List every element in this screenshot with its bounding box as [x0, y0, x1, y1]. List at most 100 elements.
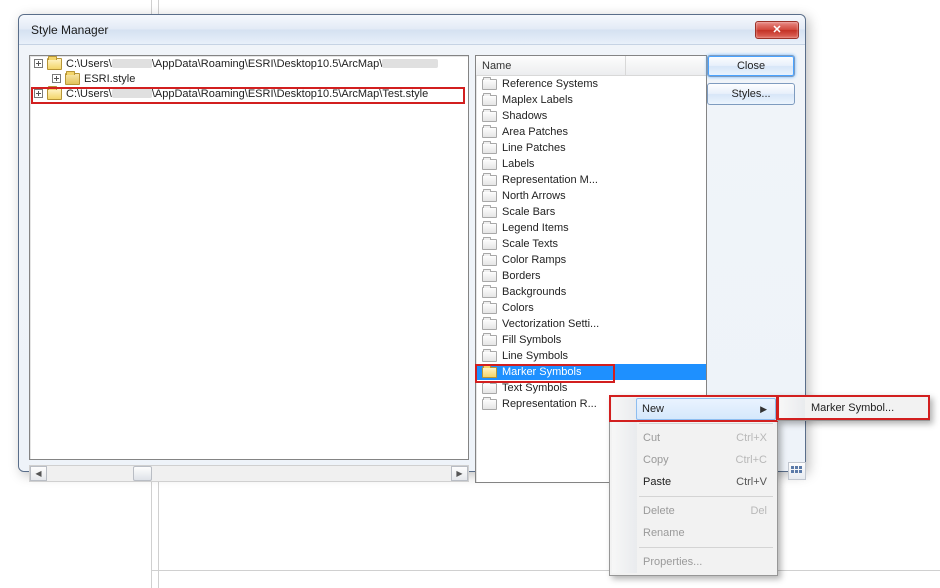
list-item-label: Marker Symbols	[502, 366, 581, 378]
list-item-label: Backgrounds	[502, 286, 566, 298]
folder-icon	[482, 383, 497, 394]
folder-icon	[482, 127, 497, 138]
menu-item-delete: DeleteDel	[637, 500, 775, 522]
folder-icon	[482, 223, 497, 234]
tree-horizontal-scrollbar[interactable]: ◀ ▶	[29, 465, 469, 482]
menu-item-copy: CopyCtrl+C	[637, 449, 775, 471]
tree-item[interactable]: ESRI.style	[30, 71, 468, 86]
list-item-label: Labels	[502, 158, 534, 170]
folder-icon	[482, 271, 497, 282]
list-item-label: Reference Systems	[502, 78, 598, 90]
list-item[interactable]: Marker Symbols	[476, 364, 706, 380]
expand-icon[interactable]	[34, 89, 43, 98]
close-button[interactable]: Close	[707, 55, 795, 77]
scroll-thumb[interactable]	[133, 466, 152, 481]
list-item-label: North Arrows	[502, 190, 566, 202]
folder-icon	[482, 95, 497, 106]
list-item[interactable]: Backgrounds	[476, 284, 706, 300]
tree-item-label: C:\Users\\AppData\Roaming\ESRI\Desktop10…	[66, 88, 428, 100]
tree-panel[interactable]: C:\Users\\AppData\Roaming\ESRI\Desktop10…	[29, 55, 469, 460]
submenu-item-marker-symbol[interactable]: Marker Symbol...	[805, 398, 927, 418]
context-menu-gutter	[780, 398, 805, 418]
folder-icon	[482, 351, 497, 362]
submenu-arrow-icon: ▶	[760, 404, 767, 415]
list-item-label: Color Ramps	[502, 254, 566, 266]
list-item-label: Vectorization Setti...	[502, 318, 599, 330]
list-item[interactable]: Line Patches	[476, 140, 706, 156]
close-x-icon: ✕	[772, 23, 781, 36]
list-item-label: Legend Items	[502, 222, 569, 234]
tree-item-label: ESRI.style	[84, 73, 135, 85]
folder-icon	[482, 399, 497, 410]
folder-icon	[482, 175, 497, 186]
folder-icon	[482, 159, 497, 170]
menu-separator	[639, 496, 773, 497]
folder-icon	[482, 287, 497, 298]
scroll-right-button[interactable]: ▶	[451, 466, 468, 481]
list-item[interactable]: North Arrows	[476, 188, 706, 204]
list-item-label: Scale Texts	[502, 238, 558, 250]
tree-item[interactable]: C:\Users\\AppData\Roaming\ESRI\Desktop10…	[30, 56, 468, 71]
expand-icon[interactable]	[34, 59, 43, 68]
list-item-label: Text Symbols	[502, 382, 567, 394]
menu-separator	[639, 547, 773, 548]
list-item-label: Representation M...	[502, 174, 598, 186]
folder-icon	[482, 255, 497, 266]
column-header-name[interactable]: Name	[476, 56, 626, 75]
folder-closed-icon	[65, 73, 80, 85]
tree-item-label: C:\Users\\AppData\Roaming\ESRI\Desktop10…	[66, 58, 438, 70]
list-item[interactable]: Maplex Labels	[476, 92, 706, 108]
list-item-label: Line Symbols	[502, 350, 568, 362]
window-close-button[interactable]: ✕	[755, 21, 799, 39]
window-title: Style Manager	[31, 23, 755, 37]
titlebar[interactable]: Style Manager ✕	[19, 15, 805, 45]
folder-icon	[482, 335, 497, 346]
scroll-left-button[interactable]: ◀	[30, 466, 47, 481]
menu-item-cut: CutCtrl+X	[637, 427, 775, 449]
menu-separator	[639, 423, 773, 424]
folder-icon	[482, 367, 497, 378]
expand-icon[interactable]	[52, 74, 61, 83]
folder-icon	[482, 111, 497, 122]
list-item[interactable]: Scale Texts	[476, 236, 706, 252]
list-item[interactable]: Area Patches	[476, 124, 706, 140]
list-item[interactable]: Labels	[476, 156, 706, 172]
menu-item-rename: Rename	[637, 522, 775, 544]
list-item[interactable]: Line Symbols	[476, 348, 706, 364]
list-item[interactable]: Colors	[476, 300, 706, 316]
context-menu: New ▶ CutCtrl+X CopyCtrl+C PasteCtrl+V D…	[609, 395, 778, 576]
menu-item-paste[interactable]: PasteCtrl+V	[637, 471, 775, 493]
dialog-buttons: Close Styles...	[707, 55, 795, 111]
tree-item[interactable]: C:\Users\\AppData\Roaming\ESRI\Desktop10…	[30, 86, 468, 101]
list-item[interactable]: Legend Items	[476, 220, 706, 236]
list-item[interactable]: Borders	[476, 268, 706, 284]
view-mode-button[interactable]	[788, 462, 806, 480]
arrow-right-icon: ▶	[456, 469, 462, 478]
list-item[interactable]: Shadows	[476, 108, 706, 124]
menu-item-new[interactable]: New ▶	[636, 398, 776, 420]
list-item[interactable]: Representation M...	[476, 172, 706, 188]
menu-item-properties: Properties...	[637, 551, 775, 573]
list-item-label: Fill Symbols	[502, 334, 561, 346]
folder-icon	[482, 319, 497, 330]
folder-icon	[482, 143, 497, 154]
list-item[interactable]: Text Symbols	[476, 380, 706, 396]
context-submenu-new: Marker Symbol...	[777, 395, 930, 421]
folder-icon	[482, 79, 497, 90]
list-item[interactable]: Vectorization Setti...	[476, 316, 706, 332]
list-item-label: Shadows	[502, 110, 547, 122]
list-item[interactable]: Reference Systems	[476, 76, 706, 92]
list-item[interactable]: Fill Symbols	[476, 332, 706, 348]
list-item-label: Borders	[502, 270, 541, 282]
list-item-label: Scale Bars	[502, 206, 555, 218]
list-item-label: Maplex Labels	[502, 94, 573, 106]
folder-open-icon	[47, 58, 62, 70]
context-menu-gutter	[612, 398, 637, 573]
styles-button[interactable]: Styles...	[707, 83, 795, 105]
folder-icon	[482, 303, 497, 314]
scroll-track[interactable]	[47, 466, 451, 481]
list-item[interactable]: Scale Bars	[476, 204, 706, 220]
list-item[interactable]: Color Ramps	[476, 252, 706, 268]
list-header[interactable]: Name	[476, 56, 706, 76]
list-item-label: Line Patches	[502, 142, 566, 154]
